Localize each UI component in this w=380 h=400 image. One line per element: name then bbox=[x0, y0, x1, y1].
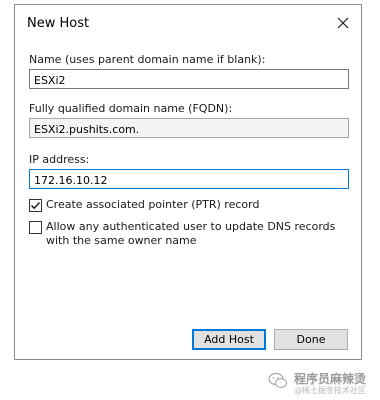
done-button[interactable]: Done bbox=[274, 329, 348, 350]
close-button[interactable] bbox=[331, 11, 355, 35]
ip-address-label: IP address: bbox=[29, 153, 90, 166]
fqdn-field[interactable] bbox=[29, 118, 349, 138]
new-host-dialog: New Host Name (uses parent domain name i… bbox=[14, 4, 362, 360]
dialog-title: New Host bbox=[27, 16, 90, 31]
checkmark-icon bbox=[30, 201, 41, 210]
watermark-subtitle: @稀土掘金技术社区 bbox=[294, 386, 366, 395]
ptr-record-checkbox[interactable] bbox=[29, 199, 42, 212]
ip-address-input[interactable] bbox=[29, 169, 349, 189]
title-bar: New Host bbox=[15, 5, 361, 41]
allow-update-label: Allow any authenticated user to update D… bbox=[46, 220, 336, 247]
wechat-icon bbox=[268, 372, 288, 388]
close-icon bbox=[337, 17, 349, 29]
name-input[interactable] bbox=[29, 69, 349, 89]
name-label: Name (uses parent domain name if blank): bbox=[29, 53, 266, 66]
allow-update-checkbox[interactable] bbox=[29, 221, 42, 234]
watermark: 程序员麻辣烫 @稀土掘金技术社区 bbox=[262, 368, 380, 398]
add-host-button[interactable]: Add Host bbox=[192, 329, 266, 350]
ptr-record-label: Create associated pointer (PTR) record bbox=[46, 198, 260, 211]
fqdn-label: Fully qualified domain name (FQDN): bbox=[29, 102, 233, 115]
